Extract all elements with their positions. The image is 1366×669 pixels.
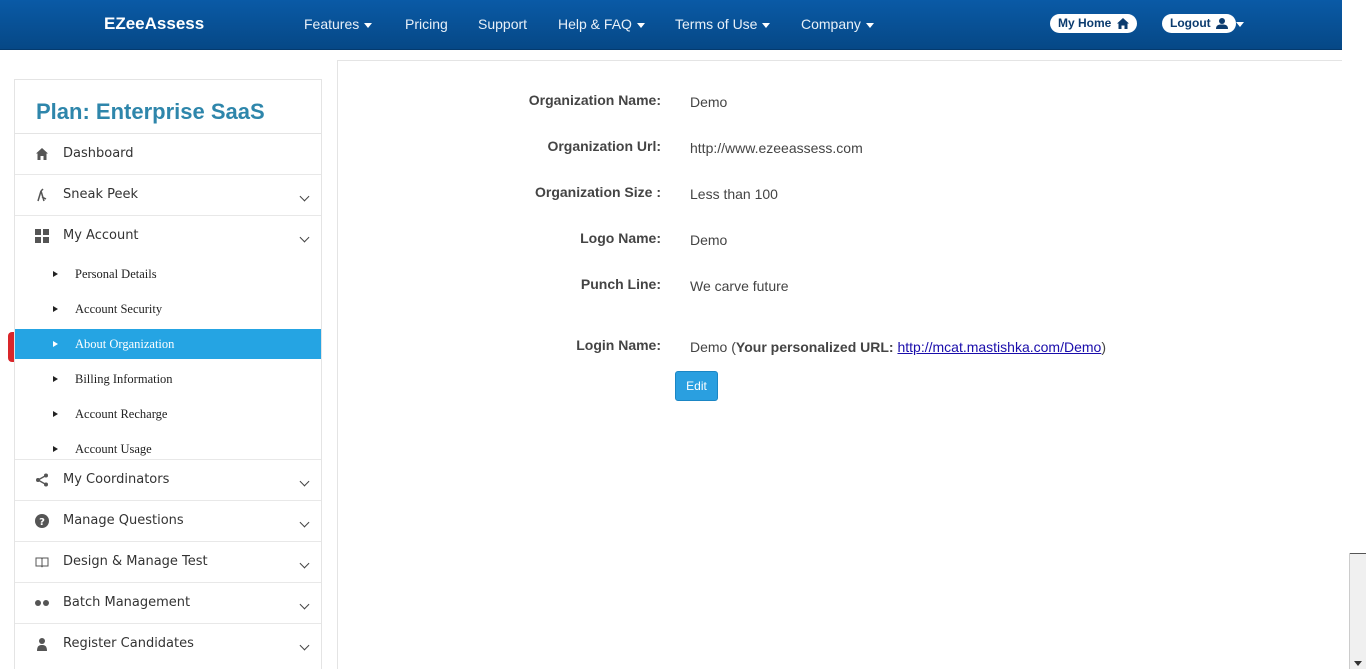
home-icon — [36, 148, 48, 160]
sidebar-item-label: Sneak Peek — [63, 187, 139, 202]
submenu-label: Billing Information — [75, 372, 173, 386]
svg-text:?: ? — [39, 517, 45, 528]
account-dropdown-caret-icon[interactable] — [1236, 22, 1244, 27]
sidebar-item-design-manage-test[interactable]: Design & Manage Test — [15, 542, 321, 583]
nav-features[interactable]: Features — [304, 16, 373, 32]
chevron-down-icon — [299, 232, 310, 243]
org-name-label: Organization Name: — [528, 92, 661, 108]
caret-right-icon — [53, 306, 58, 312]
nav-terms-label: Terms of Use — [675, 16, 758, 32]
punch-line-label: Punch Line: — [580, 276, 661, 292]
sidebar-item-label: My Coordinators — [63, 472, 170, 487]
sidebar-item-batch-management[interactable]: Batch Management — [15, 583, 321, 624]
sidebar-item-label: Design & Manage Test — [63, 554, 208, 569]
sidebar-item-register-candidates[interactable]: Register Candidates — [15, 624, 321, 665]
punch-line-value: We carve future — [690, 278, 789, 294]
org-size-value: Less than 100 — [690, 186, 778, 202]
personalized-url-link[interactable]: http://mcat.mastishka.com/Demo — [897, 339, 1101, 355]
user-icon — [1216, 18, 1228, 29]
my-home-button[interactable]: My Home — [1050, 14, 1137, 33]
nav-help-faq[interactable]: Help & FAQ — [558, 16, 645, 32]
sidebar-item-label: Dashboard — [63, 146, 134, 161]
my-home-label: My Home — [1058, 16, 1112, 30]
chevron-down-icon — [299, 517, 310, 528]
personalized-url-prefix: Your personalized URL: — [735, 339, 894, 355]
chevron-down-icon — [299, 599, 310, 610]
org-url-label: Organization Url: — [547, 138, 661, 154]
sidebar-item-label: Register Candidates — [63, 636, 194, 651]
caret-down-icon — [364, 22, 373, 28]
nav-support[interactable]: Support — [478, 16, 527, 32]
sneak-peek-icon — [37, 188, 47, 202]
question-icon: ? — [35, 514, 49, 528]
sidebar-item-label: Batch Management — [63, 595, 191, 610]
org-url-value: http://www.ezeeassess.com — [690, 140, 863, 156]
grid-icon — [35, 229, 49, 243]
logo-name-label: Logo Name: — [580, 230, 661, 246]
login-name-value: Demo (Your personalized URL: http://mcat… — [690, 339, 1106, 355]
sidebar-item-sneak-peek[interactable]: Sneak Peek — [15, 175, 321, 216]
vertical-scrollbar[interactable] — [1349, 553, 1366, 669]
nav-company[interactable]: Company — [801, 16, 874, 32]
share-icon — [36, 473, 48, 487]
nav-company-label: Company — [801, 16, 861, 32]
submenu-account-usage[interactable]: Account Usage — [15, 432, 321, 460]
submenu-account-security[interactable]: Account Security — [15, 292, 321, 327]
home-icon — [1116, 18, 1129, 29]
book-icon — [35, 557, 49, 568]
nav-features-label: Features — [304, 16, 360, 32]
submenu-label: Account Recharge — [75, 407, 168, 421]
nav-pricing[interactable]: Pricing — [405, 16, 448, 32]
nav-support-label: Support — [478, 16, 528, 32]
organization-details-panel: Organization Name: Demo Organization Url… — [337, 60, 1342, 669]
org-name-value: Demo — [690, 94, 728, 110]
login-name-text: Demo — [690, 339, 728, 355]
caret-right-icon — [53, 271, 58, 277]
login-name-label: Login Name: — [576, 337, 661, 353]
caret-right-icon — [53, 411, 58, 417]
submenu-label: Account Security — [75, 302, 163, 316]
logo-name-value: Demo — [690, 232, 728, 248]
sidebar-item-my-coordinators[interactable]: My Coordinators — [15, 460, 321, 501]
chevron-down-icon — [299, 558, 310, 569]
chevron-down-icon — [299, 191, 310, 202]
sidebar-item-label: My Account — [63, 228, 139, 243]
sidebar: Plan: Enterprise SaaS Dashboard Sneak Pe… — [14, 79, 322, 669]
chevron-down-icon — [299, 640, 310, 651]
org-size-label: Organization Size : — [534, 184, 661, 200]
sidebar-item-my-account[interactable]: My Account — [15, 216, 321, 257]
submenu-about-organization[interactable]: About Organization — [15, 329, 321, 359]
plan-title: Plan: Enterprise SaaS — [15, 80, 321, 134]
user-icon — [37, 638, 47, 651]
caret-down-icon — [636, 22, 645, 28]
logout-label: Logout — [1170, 16, 1211, 30]
submenu-account-recharge[interactable]: Account Recharge — [15, 397, 321, 432]
submenu-label: Personal Details — [75, 267, 157, 281]
chevron-down-icon — [299, 476, 310, 487]
caret-right-icon — [53, 376, 58, 382]
sidebar-item-dashboard[interactable]: Dashboard — [15, 134, 321, 175]
nav-terms-of-use[interactable]: Terms of Use — [675, 16, 771, 32]
caret-right-icon — [53, 341, 58, 347]
edit-button[interactable]: Edit — [675, 371, 718, 401]
nav-pricing-label: Pricing — [405, 16, 448, 32]
sidebar-item-label: Manage Questions — [63, 513, 184, 528]
submenu-billing-information[interactable]: Billing Information — [15, 362, 321, 397]
sidebar-item-manage-questions[interactable]: ? Manage Questions — [15, 501, 321, 542]
caret-down-icon — [762, 22, 771, 28]
brand-logo[interactable]: EZeeAssess — [104, 14, 204, 34]
dots-icon — [35, 600, 49, 606]
submenu-personal-details[interactable]: Personal Details — [15, 257, 321, 292]
caret-right-icon — [53, 446, 58, 452]
scrollbar-thumb-edge[interactable] — [1350, 553, 1366, 554]
nav-help-faq-label: Help & FAQ — [558, 16, 632, 32]
logout-button[interactable]: Logout — [1162, 14, 1236, 33]
top-navbar: EZeeAssess Features Pricing Support Help… — [0, 0, 1342, 50]
submenu-label: Account Usage — [75, 442, 152, 456]
submenu-label: About Organization — [75, 337, 175, 351]
scroll-down-arrow-icon[interactable] — [1354, 661, 1362, 666]
caret-down-icon — [865, 22, 874, 28]
